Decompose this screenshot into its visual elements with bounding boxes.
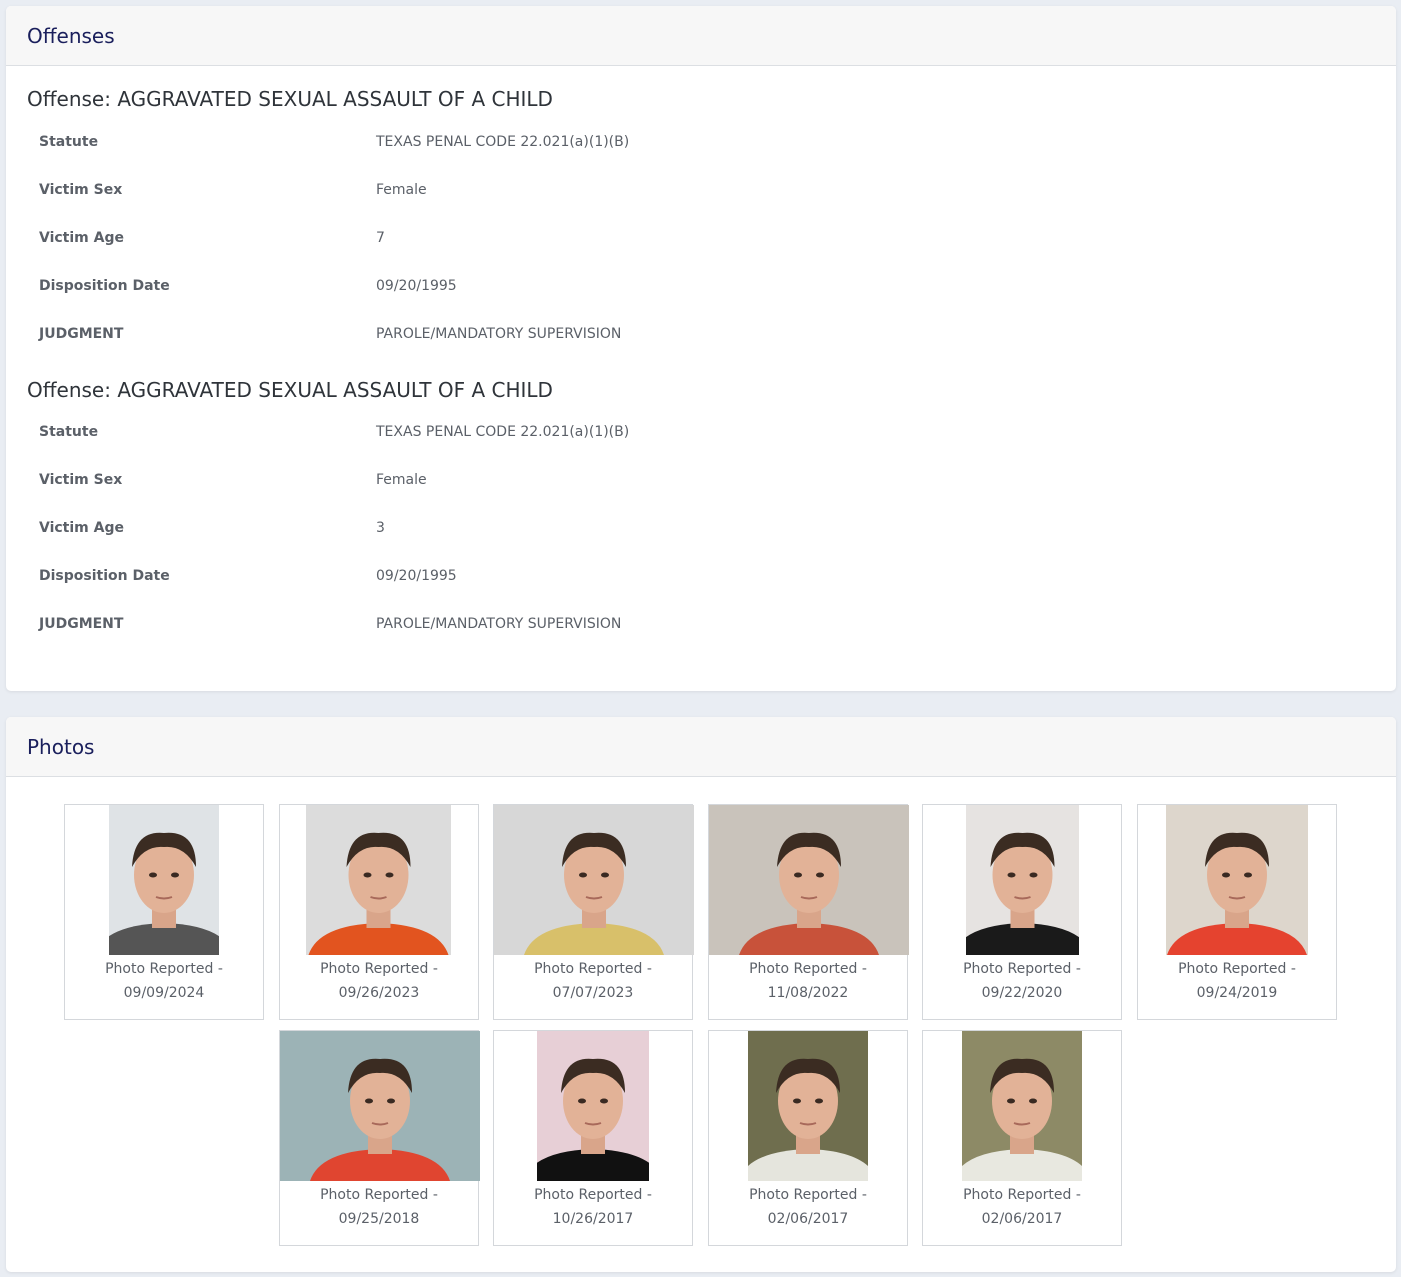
field-label: Victim Age — [39, 520, 124, 536]
photos-title: Photos — [27, 734, 95, 759]
field-value: 7 — [376, 230, 385, 246]
photo-caption: Photo Reported - 07/07/2023 — [494, 957, 692, 1005]
photo-caption: Photo Reported - 02/06/2017 — [709, 1183, 907, 1231]
field-label: JUDGMENT — [39, 616, 124, 632]
mugshot-photo[interactable] — [109, 805, 219, 955]
field-row-statute: Statute TEXAS PENAL CODE 22.021(a)(1)(B) — [27, 132, 1367, 180]
field-label: Disposition Date — [39, 568, 170, 584]
field-row-victim-sex: Victim Sex Female — [27, 180, 1367, 228]
field-value: TEXAS PENAL CODE 22.021(a)(1)(B) — [376, 134, 630, 150]
photo-caption-prefix: Photo Reported - — [534, 1187, 652, 1203]
photo-tile[interactable]: Photo Reported - 10/26/2017 — [493, 1030, 693, 1246]
offense-block: Offense: AGGRAVATED SEXUAL ASSAULT OF A … — [27, 375, 1367, 662]
photo-date: 09/25/2018 — [338, 1211, 420, 1227]
photo-date: 10/26/2017 — [552, 1211, 634, 1227]
photo-date: 09/09/2024 — [123, 985, 205, 1001]
photo-caption-prefix: Photo Reported - — [1178, 961, 1296, 977]
photo-date: 07/07/2023 — [552, 985, 634, 1001]
field-row-judgment: JUDGMENT PAROLE/MANDATORY SUPERVISION — [27, 324, 1367, 372]
field-row-judgment: JUDGMENT PAROLE/MANDATORY SUPERVISION — [27, 614, 1367, 662]
photo-caption: Photo Reported - 11/08/2022 — [709, 957, 907, 1005]
offenses-header: Offenses — [6, 6, 1396, 66]
photo-caption: Photo Reported - 09/26/2023 — [280, 957, 478, 1005]
mugshot-photo[interactable] — [966, 805, 1079, 955]
photo-date: 02/06/2017 — [767, 1211, 849, 1227]
field-label: Disposition Date — [39, 278, 170, 294]
photo-tile[interactable]: Photo Reported - 11/08/2022 — [708, 804, 909, 1020]
photo-caption-prefix: Photo Reported - — [749, 1187, 867, 1203]
photo-caption-prefix: Photo Reported - — [534, 961, 652, 977]
photo-caption-prefix: Photo Reported - — [320, 961, 438, 977]
photo-tile[interactable]: Photo Reported - 09/09/2024 — [64, 804, 264, 1020]
photo-caption-prefix: Photo Reported - — [320, 1187, 438, 1203]
mugshot-photo[interactable] — [962, 1031, 1082, 1181]
photos-card: Photos Photo Reported -09/09/2024 Photo R… — [6, 717, 1396, 1272]
photo-caption-prefix: Photo Reported - — [105, 961, 223, 977]
field-row-disposition-date: Disposition Date 09/20/1995 — [27, 276, 1367, 324]
photo-tile[interactable]: Photo Reported - 09/24/2019 — [1137, 804, 1337, 1020]
photo-date: 11/08/2022 — [767, 985, 849, 1001]
field-label: Victim Sex — [39, 472, 123, 488]
photo-tile[interactable]: Photo Reported - 02/06/2017 — [922, 1030, 1122, 1246]
photo-caption: Photo Reported - 09/09/2024 — [65, 957, 263, 1005]
photo-tile[interactable]: Photo Reported - 02/06/2017 — [708, 1030, 908, 1246]
field-value: 09/20/1995 — [376, 278, 457, 294]
mugshot-photo[interactable] — [306, 805, 451, 955]
offenses-card: Offenses Offense: AGGRAVATED SEXUAL ASSA… — [6, 6, 1396, 691]
field-value: PAROLE/MANDATORY SUPERVISION — [376, 326, 622, 342]
mugshot-photo[interactable] — [748, 1031, 868, 1181]
offenses-title: Offenses — [27, 23, 115, 48]
photo-caption: Photo Reported - 02/06/2017 — [923, 1183, 1121, 1231]
photo-date: 09/26/2023 — [338, 985, 420, 1001]
field-value: 3 — [376, 520, 385, 536]
photo-tile[interactable]: Photo Reported - 09/26/2023 — [279, 804, 479, 1020]
photo-tile[interactable]: Photo Reported - 07/07/2023 — [493, 804, 694, 1020]
photo-date: 09/22/2020 — [981, 985, 1063, 1001]
photo-date: 09/24/2019 — [1196, 985, 1278, 1001]
field-label: Statute — [39, 424, 99, 440]
mugshot-photo[interactable] — [494, 805, 694, 955]
photo-caption-prefix: Photo Reported - — [749, 961, 867, 977]
mugshot-photo[interactable] — [280, 1031, 480, 1181]
mugshot-photo[interactable] — [537, 1031, 649, 1181]
photo-caption-prefix: Photo Reported - — [963, 961, 1081, 977]
mugshot-photo[interactable] — [709, 805, 909, 955]
photo-caption-prefix: Photo Reported - — [963, 1187, 1081, 1203]
field-label: Victim Age — [39, 230, 124, 246]
field-row-disposition-date: Disposition Date 09/20/1995 — [27, 566, 1367, 614]
photo-caption: Photo Reported - 10/26/2017 — [494, 1183, 692, 1231]
photo-caption: Photo Reported - 09/24/2019 — [1138, 957, 1336, 1005]
photo-caption: Photo Reported - 09/25/2018 — [280, 1183, 478, 1231]
photos-header: Photos — [6, 717, 1396, 777]
field-value: Female — [376, 182, 427, 198]
field-value: Female — [376, 472, 427, 488]
field-row-victim-sex: Victim Sex Female — [27, 470, 1367, 518]
field-value: TEXAS PENAL CODE 22.021(a)(1)(B) — [376, 424, 630, 440]
mugshot-photo[interactable] — [1166, 805, 1308, 955]
offense-title: Offense: AGGRAVATED SEXUAL ASSAULT OF A … — [27, 87, 553, 111]
photo-caption: Photo Reported - 09/22/2020 — [923, 957, 1121, 1005]
field-label: Victim Sex — [39, 182, 123, 198]
field-value: 09/20/1995 — [376, 568, 457, 584]
offense-block: Offense: AGGRAVATED SEXUAL ASSAULT OF A … — [27, 84, 1367, 372]
offense-title: Offense: AGGRAVATED SEXUAL ASSAULT OF A … — [27, 378, 553, 402]
field-row-statute: Statute TEXAS PENAL CODE 22.021(a)(1)(B) — [27, 422, 1367, 470]
field-label: JUDGMENT — [39, 326, 124, 342]
field-label: Statute — [39, 134, 99, 150]
field-row-victim-age: Victim Age 3 — [27, 518, 1367, 566]
photo-tile[interactable]: Photo Reported - 09/25/2018 — [279, 1030, 480, 1246]
field-value: PAROLE/MANDATORY SUPERVISION — [376, 616, 622, 632]
field-row-victim-age: Victim Age 7 — [27, 228, 1367, 276]
photo-date: 02/06/2017 — [981, 1211, 1063, 1227]
photo-tile[interactable]: Photo Reported - 09/22/2020 — [922, 804, 1122, 1020]
